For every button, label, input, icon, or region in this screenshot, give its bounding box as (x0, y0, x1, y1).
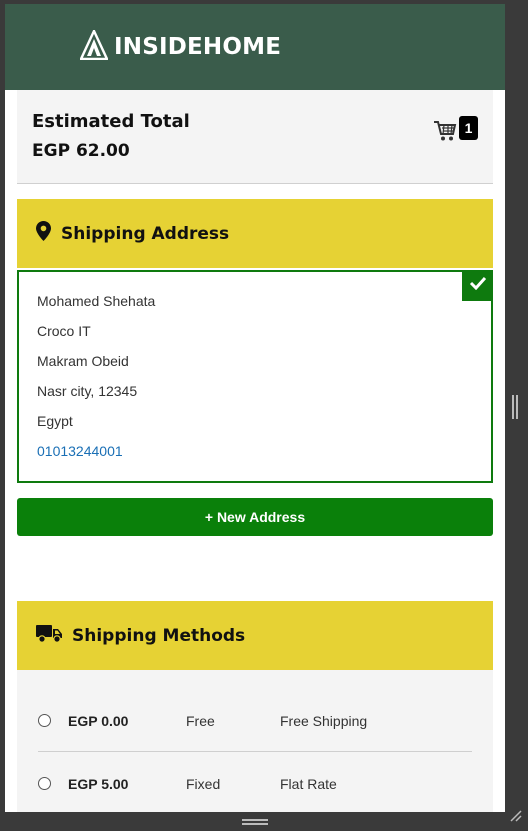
shipping-method-radio-fixed[interactable] (38, 777, 51, 790)
logo-icon (79, 27, 109, 65)
estimated-total-value: EGP 62.00 (32, 141, 130, 161)
shipping-method-row-free[interactable]: EGP 0.00 Free Free Shipping (38, 670, 472, 752)
shipping-method-radio-free[interactable] (38, 714, 51, 727)
order-summary: Estimated Total EGP 62.00 1 (17, 90, 493, 184)
checkmark-icon (469, 276, 487, 295)
new-address-button[interactable]: + New Address (17, 498, 493, 536)
cart-icon (433, 120, 457, 147)
shipping-method-row-fixed[interactable]: EGP 5.00 Fixed Flat Rate (38, 752, 472, 812)
shipping-methods-title: Shipping Methods (72, 625, 246, 646)
side-resize-handle[interactable] (512, 395, 518, 419)
cart-button[interactable]: 1 (433, 116, 478, 147)
site-header: INSIDEHOME (5, 4, 505, 90)
shipping-address-title: Shipping Address (61, 223, 230, 244)
shipping-method-name: Flat Rate (280, 775, 337, 792)
address-phone-link[interactable]: 01013244001 (37, 441, 491, 471)
shipping-methods-table: EGP 0.00 Free Free Shipping EGP 5.00 Fix… (17, 670, 493, 812)
bottom-resize-handle[interactable] (242, 819, 268, 825)
estimated-total-label: Estimated Total (32, 111, 190, 132)
truck-icon (36, 624, 62, 648)
shipping-address-header: Shipping Address (17, 199, 493, 268)
shipping-method-price: EGP 0.00 (68, 712, 129, 729)
shipping-method-type: Fixed (186, 775, 221, 792)
selected-checkmark (462, 270, 493, 301)
page-viewport: INSIDEHOME Estimated Total EGP 62.00 1 S… (5, 4, 505, 812)
resize-corner-icon[interactable] (510, 809, 522, 827)
address-country: Egypt (37, 413, 73, 429)
shipping-method-name: Free Shipping (280, 712, 368, 729)
cart-count-badge: 1 (459, 116, 478, 140)
map-pin-icon (36, 221, 51, 246)
shipping-methods-header: Shipping Methods (17, 601, 493, 670)
shipping-method-price: EGP 5.00 (68, 775, 129, 792)
logo-text: INSIDEHOME (114, 34, 282, 60)
address-name: Mohamed Shehata (37, 293, 156, 309)
address-street: Makram Obeid (37, 353, 129, 369)
shipping-method-type: Free (186, 712, 215, 729)
address-city: Nasr city, 12345 (37, 383, 138, 399)
address-company: Croco IT (37, 323, 91, 339)
selected-address-card[interactable]: Mohamed Shehata Croco IT Makram Obeid Na… (17, 270, 493, 483)
site-logo[interactable]: INSIDEHOME (79, 27, 282, 65)
